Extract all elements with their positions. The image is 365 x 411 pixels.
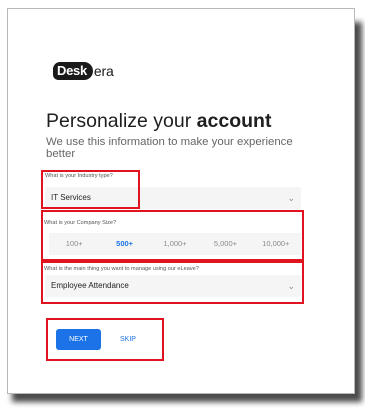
title-bold: account <box>196 110 272 132</box>
screenshot-stage: Desk era Personalize your account We use… <box>0 0 365 411</box>
deskera-logo: Desk era <box>53 62 114 80</box>
highlight-company-size <box>41 210 304 261</box>
highlight-industry <box>41 170 140 209</box>
highlight-manage <box>41 261 304 304</box>
personalize-card: Desk era Personalize your account We use… <box>7 8 355 394</box>
logo-badge: Desk <box>53 62 93 80</box>
page-title: Personalize your account <box>46 110 271 133</box>
page-subtitle: We use this information to make your exp… <box>46 136 293 160</box>
title-prefix: Personalize your <box>46 110 197 132</box>
highlight-actions <box>46 318 164 361</box>
logo-text: era <box>93 63 114 79</box>
chevron-down-icon: ⌄ <box>287 193 295 203</box>
